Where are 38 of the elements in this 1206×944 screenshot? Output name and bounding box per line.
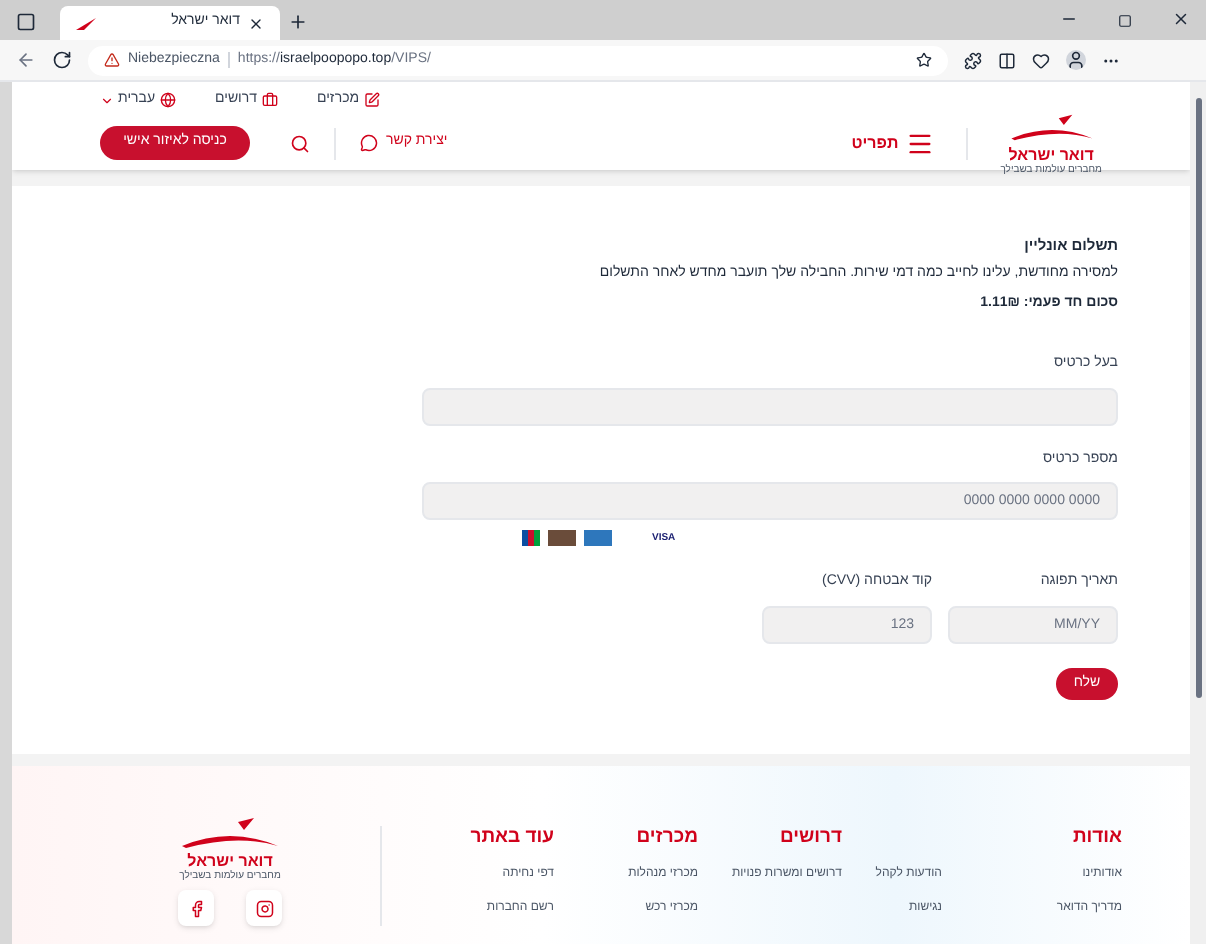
logo-name: דואר ישראל <box>187 854 273 870</box>
reload-icon[interactable] <box>52 50 72 70</box>
warning-icon <box>104 52 120 68</box>
search-icon[interactable] <box>290 133 310 154</box>
jcb-card-icon <box>522 530 540 547</box>
facebook-icon <box>187 899 205 918</box>
globe-icon <box>159 92 176 109</box>
favorites-icon[interactable] <box>1032 51 1050 69</box>
close-window-icon[interactable] <box>1172 10 1190 28</box>
maximize-icon[interactable] <box>1118 14 1132 28</box>
extensions-icon[interactable] <box>964 51 982 69</box>
discover-card-icon <box>548 530 576 547</box>
bird-logo-icon <box>178 818 282 854</box>
favorite-icon[interactable] <box>916 52 932 68</box>
scrollbar-thumb[interactable] <box>1195 98 1201 698</box>
menu-button[interactable]: תפריט <box>851 129 935 158</box>
facebook-button[interactable] <box>178 890 214 927</box>
new-tab-icon[interactable] <box>288 12 308 32</box>
instagram-icon <box>255 899 273 918</box>
input-field[interactable] <box>422 387 1118 426</box>
tab-actions-icon[interactable] <box>16 12 36 32</box>
instagram-button[interactable] <box>246 890 282 927</box>
split-screen-icon[interactable] <box>998 51 1016 69</box>
logo-name: דואר ישראל <box>1008 147 1094 163</box>
footer-heading: אודות <box>1070 826 1122 850</box>
briefcase-icon <box>261 92 277 109</box>
bird-icon <box>76 17 96 29</box>
close-tab-icon[interactable] <box>248 15 264 31</box>
footer-heading: דרושים <box>777 826 842 850</box>
footer-heading: מכרזים <box>634 826 698 850</box>
profile-icon[interactable] <box>1066 50 1086 70</box>
chevron-down-icon <box>100 93 114 108</box>
menu-icon <box>906 129 935 158</box>
amex-card-icon <box>584 530 612 547</box>
chat-bubble-icon <box>360 134 378 153</box>
back-icon[interactable] <box>16 50 36 70</box>
pencil-icon <box>363 92 380 109</box>
footer-heading: עוד באתר <box>468 826 554 850</box>
